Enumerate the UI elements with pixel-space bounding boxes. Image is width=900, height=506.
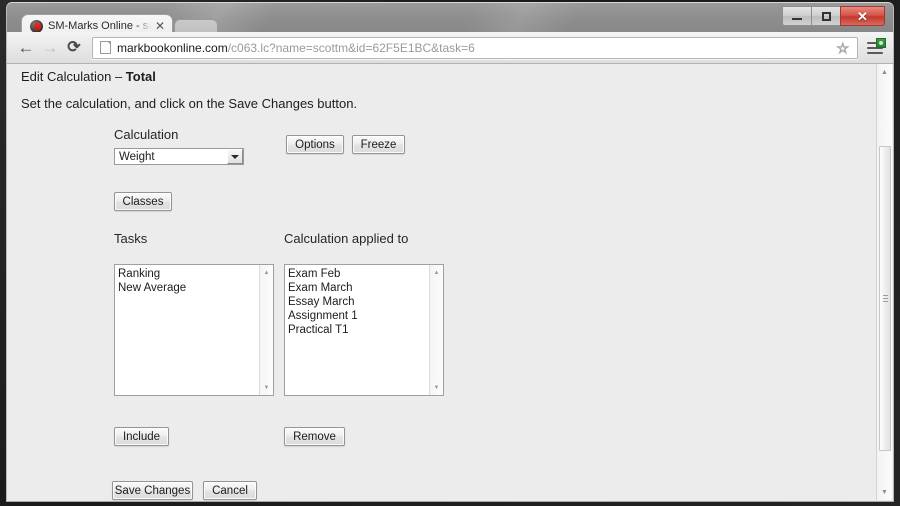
url-path: /c063.lc?name=scottm&id=62F5E1BC&task=6 [227, 40, 475, 55]
page-viewport: Edit Calculation – Total Set the calcula… [6, 64, 894, 502]
page-content: Edit Calculation – Total Set the calcula… [7, 64, 878, 500]
classes-button[interactable]: Classes [114, 192, 172, 211]
browser-toolbar: ← → ⟳ markbookonline.com/c063.lc?name=sc… [6, 32, 894, 64]
page-title-prefix: Edit Calculation – [21, 69, 126, 84]
tasks-listbox[interactable]: Ranking New Average ▲ ▼ [114, 264, 274, 396]
browser-window: SM-Marks Online - sampl ✕ ✕ ← → ⟳ markbo… [0, 0, 900, 506]
options-button[interactable]: Options [286, 135, 344, 154]
minimize-icon [792, 17, 802, 20]
tasks-label: Tasks [114, 231, 148, 246]
tasks-list-items: Ranking New Average [115, 267, 258, 295]
site-favicon-icon [30, 19, 43, 33]
url-text: markbookonline.com/c063.lc?name=scottm&i… [117, 41, 836, 55]
applied-listbox[interactable]: Exam Feb Exam March Essay March Assignme… [284, 264, 444, 396]
back-button[interactable]: ← [14, 36, 38, 60]
maximize-button[interactable] [811, 6, 840, 26]
update-badge-icon [876, 37, 886, 48]
forward-button[interactable]: → [38, 36, 62, 60]
page-instruction: Set the calculation, and click on the Sa… [21, 96, 358, 111]
calculation-label: Calculation [114, 127, 179, 142]
url-host: markbookonline.com [117, 40, 228, 55]
cancel-button[interactable]: Cancel [203, 481, 257, 500]
page-scroll-down-icon[interactable]: ▼ [877, 484, 892, 500]
scroll-down-icon[interactable]: ▼ [260, 381, 273, 394]
scrollbar-grip-icon [883, 294, 888, 303]
scroll-up-icon[interactable]: ▲ [260, 266, 273, 279]
tab-title: SM-Marks Online - sampl [48, 20, 151, 32]
freeze-button[interactable]: Freeze [352, 135, 405, 154]
page-title: Edit Calculation – Total [21, 69, 156, 84]
page-document-icon [100, 41, 111, 54]
close-icon: ✕ [857, 8, 868, 24]
applied-listbox-scrollbar[interactable]: ▲ ▼ [429, 265, 443, 395]
save-changes-button[interactable]: Save Changes [112, 481, 193, 500]
calculation-select[interactable]: Weight [114, 148, 244, 165]
list-item[interactable]: New Average [115, 281, 258, 295]
scroll-down-icon[interactable]: ▼ [430, 381, 443, 394]
maximize-icon [821, 11, 831, 21]
calculation-selected-value: Weight [119, 150, 155, 163]
list-item[interactable]: Ranking [115, 267, 258, 281]
chevron-down-icon [230, 154, 239, 159]
applied-label: Calculation applied to [284, 231, 409, 246]
list-item[interactable]: Exam March [285, 281, 428, 295]
page-scrollbar[interactable]: ▲ ▼ [876, 64, 892, 500]
list-item[interactable]: Assignment 1 [285, 309, 428, 323]
remove-button[interactable]: Remove [284, 427, 345, 446]
tasks-listbox-scrollbar[interactable]: ▲ ▼ [259, 265, 273, 395]
list-item[interactable]: Essay March [285, 295, 428, 309]
chrome-menu-button[interactable] [863, 36, 887, 60]
window-controls: ✕ [782, 6, 885, 26]
list-item[interactable]: Practical T1 [285, 323, 428, 337]
page-scroll-up-icon[interactable]: ▲ [877, 64, 892, 80]
calculation-select-arrow[interactable] [226, 149, 243, 164]
title-bar[interactable]: SM-Marks Online - sampl ✕ ✕ [6, 2, 894, 37]
include-button[interactable]: Include [114, 427, 169, 446]
address-bar[interactable]: markbookonline.com/c063.lc?name=scottm&i… [92, 36, 858, 59]
minimize-button[interactable] [782, 6, 811, 26]
applied-list-items: Exam Feb Exam March Essay March Assignme… [285, 267, 428, 337]
page-title-value: Total [125, 69, 156, 84]
bookmark-star-icon[interactable]: ☆ [836, 40, 850, 55]
page-scrollbar-thumb[interactable] [879, 146, 891, 451]
scroll-up-icon[interactable]: ▲ [430, 266, 443, 279]
list-item[interactable]: Exam Feb [285, 267, 428, 281]
reload-button[interactable]: ⟳ [62, 36, 86, 60]
tab-close-icon[interactable]: ✕ [155, 20, 165, 32]
close-window-button[interactable]: ✕ [840, 6, 885, 26]
